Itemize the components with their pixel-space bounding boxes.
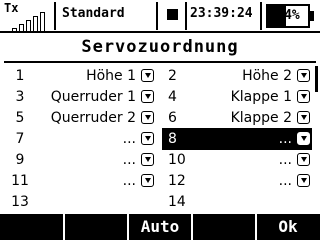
list-row: 11... 12... bbox=[0, 170, 320, 192]
status-divider bbox=[260, 2, 262, 30]
servo-number: 12 bbox=[168, 173, 186, 189]
softkey-5[interactable]: Ok bbox=[256, 216, 320, 238]
servo-function: ... bbox=[122, 131, 136, 147]
dropdown-arrow-icon[interactable] bbox=[141, 153, 154, 166]
softkey-divider bbox=[127, 214, 129, 240]
servo-function: ... bbox=[278, 173, 292, 189]
servo-slot-6[interactable]: 6 Klappe 2 bbox=[162, 107, 312, 129]
servo-function: ... bbox=[122, 173, 136, 189]
servo-function: ... bbox=[278, 152, 292, 168]
dropdown-arrow-icon[interactable] bbox=[141, 69, 154, 82]
softkey-divider bbox=[255, 214, 257, 240]
servo-number: 10 bbox=[168, 152, 186, 168]
dropdown-arrow-icon[interactable] bbox=[141, 111, 154, 124]
servo-number: 3 bbox=[15, 89, 25, 105]
servo-slot-14[interactable]: 14 bbox=[162, 191, 312, 213]
battery-icon: 44% bbox=[266, 4, 314, 28]
servo-slot-12[interactable]: 12... bbox=[162, 170, 312, 192]
softkey-divider bbox=[63, 214, 65, 240]
servo-slot-4[interactable]: 4 Klappe 1 bbox=[162, 86, 312, 108]
status-square-icon bbox=[167, 9, 178, 20]
servo-number: 4 bbox=[168, 89, 177, 105]
servo-number: 7 bbox=[15, 131, 25, 147]
list-row: 1 Höhe 1 2 Höhe 2 bbox=[0, 65, 320, 87]
signal-bar bbox=[33, 16, 38, 32]
servo-function: ... bbox=[278, 131, 292, 147]
servo-assignment-list: 1 Höhe 1 2 Höhe 2 3 Querruder 1 4 Klappe 1 5 Quer… bbox=[0, 65, 320, 215]
servo-slot-3[interactable]: 3 Querruder 1 bbox=[6, 86, 156, 108]
servo-number: 9 bbox=[15, 152, 25, 168]
servo-function: Höhe 1 bbox=[86, 68, 136, 84]
scrollbar[interactable] bbox=[315, 66, 318, 214]
servo-slot-1[interactable]: 1 Höhe 1 bbox=[6, 65, 156, 87]
softkey-4[interactable] bbox=[192, 216, 256, 238]
servo-number: 1 bbox=[15, 68, 25, 84]
servo-number: 11 bbox=[11, 173, 29, 189]
dropdown-arrow-icon[interactable] bbox=[297, 174, 310, 187]
servo-function: Höhe 2 bbox=[242, 68, 292, 84]
softkey-1[interactable] bbox=[0, 216, 64, 238]
dropdown-arrow-icon[interactable] bbox=[141, 90, 154, 103]
status-divider bbox=[156, 2, 158, 30]
title-divider bbox=[4, 61, 316, 63]
list-row: 13 14 bbox=[0, 191, 320, 213]
servo-slot-5[interactable]: 5 Querruder 2 bbox=[6, 107, 156, 129]
servo-slot-11[interactable]: 11... bbox=[6, 170, 156, 192]
softkey-3[interactable]: Auto bbox=[128, 216, 192, 238]
servo-slot-2[interactable]: 2 Höhe 2 bbox=[162, 65, 312, 87]
dropdown-arrow-icon[interactable] bbox=[297, 153, 310, 166]
servo-function: Klappe 1 bbox=[230, 89, 292, 105]
model-name: Standard bbox=[62, 6, 125, 21]
servo-function: Klappe 2 bbox=[230, 110, 292, 126]
servo-number: 5 bbox=[15, 110, 25, 126]
softkey-bar: Auto Ok bbox=[0, 214, 320, 240]
signal-bar bbox=[40, 12, 45, 32]
clock: 23:39:24 bbox=[190, 6, 253, 21]
servo-number: 8 bbox=[168, 131, 177, 147]
dropdown-arrow-icon[interactable] bbox=[297, 69, 310, 82]
servo-number: 14 bbox=[168, 194, 186, 210]
signal-bar bbox=[19, 24, 24, 32]
servo-number: 2 bbox=[168, 68, 177, 84]
servo-function: Querruder 2 bbox=[50, 110, 136, 126]
servo-slot-7[interactable]: 7... bbox=[6, 128, 156, 150]
signal-bars-icon bbox=[12, 12, 52, 32]
tx-signal-indicator: Tx bbox=[2, 1, 52, 32]
servo-slot-8[interactable]: 8... bbox=[162, 128, 312, 150]
status-divider bbox=[185, 2, 187, 30]
dropdown-arrow-icon[interactable] bbox=[297, 90, 310, 103]
dropdown-arrow-icon[interactable] bbox=[141, 174, 154, 187]
list-row: 5 Querruder 2 6 Klappe 2 bbox=[0, 107, 320, 129]
list-row: 9... 10... bbox=[0, 149, 320, 171]
page-title: Servozuordnung bbox=[81, 37, 239, 57]
signal-bar bbox=[12, 28, 17, 32]
servo-function: ... bbox=[122, 152, 136, 168]
servo-slot-13[interactable]: 13 bbox=[6, 191, 156, 213]
servo-slot-9[interactable]: 9... bbox=[6, 149, 156, 171]
status-divider bbox=[54, 2, 56, 30]
list-row: 3 Querruder 1 4 Klappe 1 bbox=[0, 86, 320, 108]
servo-function: Querruder 1 bbox=[50, 89, 136, 105]
servo-number: 13 bbox=[11, 194, 29, 210]
dropdown-arrow-icon[interactable] bbox=[297, 111, 310, 124]
softkey-2[interactable] bbox=[64, 216, 128, 238]
servo-number: 6 bbox=[168, 110, 177, 126]
scrollbar-thumb[interactable] bbox=[315, 66, 318, 92]
status-bar: Tx Standard 23:39:24 44% bbox=[0, 0, 320, 33]
dropdown-arrow-icon[interactable] bbox=[141, 132, 154, 145]
list-row: 7... 8... bbox=[0, 128, 320, 150]
signal-bar bbox=[26, 20, 31, 32]
dropdown-arrow-icon[interactable] bbox=[297, 132, 310, 145]
servo-slot-10[interactable]: 10... bbox=[162, 149, 312, 171]
softkey-divider bbox=[191, 214, 193, 240]
battery-text: 44% bbox=[276, 8, 300, 23]
